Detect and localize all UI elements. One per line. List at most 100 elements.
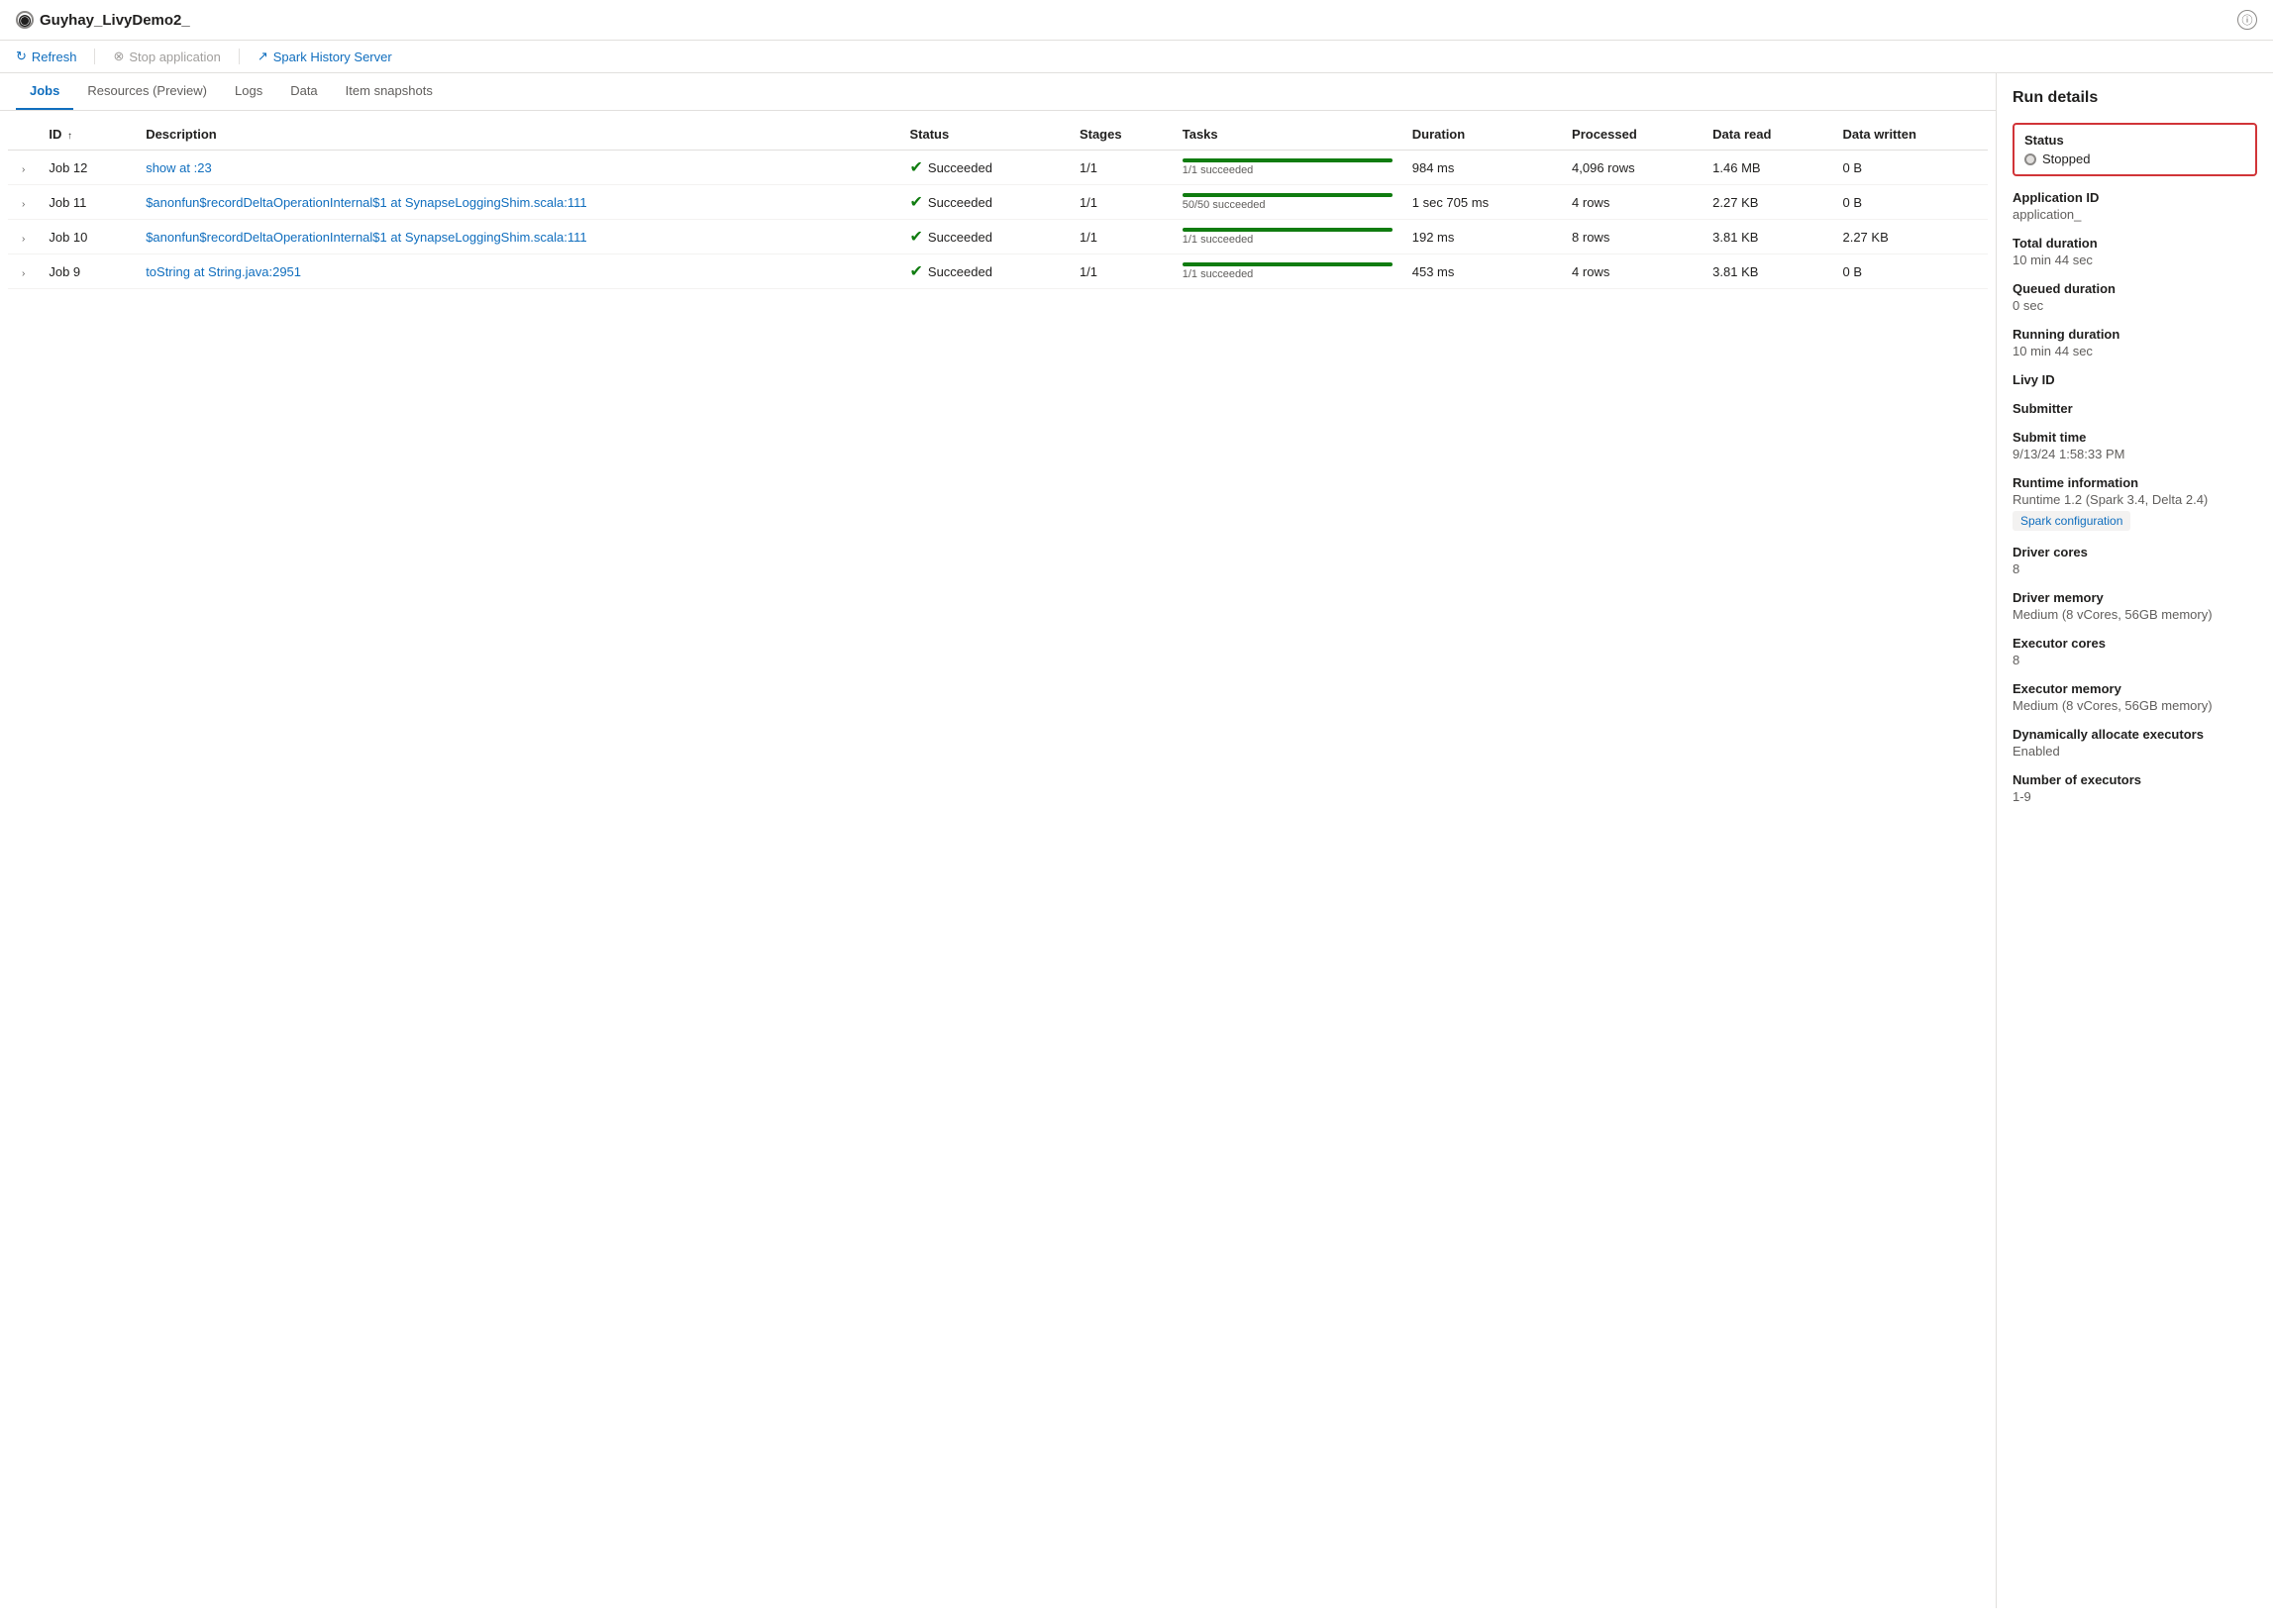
- num-executors-section: Number of executors 1-9: [2013, 772, 2257, 804]
- stop-icon: ⊗: [113, 49, 124, 64]
- run-details-sidebar: Run details Status Stopped Application I…: [1996, 73, 2273, 1608]
- status-label: Status: [2024, 133, 2245, 148]
- submitter-label: Submitter: [2013, 401, 2257, 416]
- job-tasks-cell: 1/1 succeeded: [1173, 254, 1402, 289]
- executor-memory-value: Medium (8 vCores, 56GB memory): [2013, 698, 2257, 713]
- driver-memory-section: Driver memory Medium (8 vCores, 56GB mem…: [2013, 590, 2257, 622]
- submitter-section: Submitter: [2013, 401, 2257, 416]
- job-data-read-cell: 3.81 KB: [1703, 254, 1832, 289]
- livy-id-section: Livy ID: [2013, 372, 2257, 387]
- col-tasks: Tasks: [1173, 119, 1402, 151]
- succeeded-icon: ✔: [910, 157, 923, 177]
- runtime-info-label: Runtime information: [2013, 475, 2257, 490]
- row-expand-btn[interactable]: ›: [18, 268, 29, 279]
- submit-time-section: Submit time 9/13/24 1:58:33 PM: [2013, 430, 2257, 461]
- tab-logs[interactable]: Logs: [221, 73, 276, 110]
- status-text: Succeeded: [928, 160, 992, 175]
- executor-cores-label: Executor cores: [2013, 636, 2257, 651]
- total-duration-section: Total duration 10 min 44 sec: [2013, 236, 2257, 267]
- job-stages-cell: 1/1: [1070, 220, 1173, 254]
- livy-id-label: Livy ID: [2013, 372, 2257, 387]
- row-expand-btn[interactable]: ›: [18, 234, 29, 245]
- toolbar-separator: [94, 49, 95, 64]
- job-tasks-cell: 1/1 succeeded: [1173, 220, 1402, 254]
- jobs-table: ID ↑ Description Status Stages Tasks Dur…: [8, 119, 1988, 289]
- dynamic-exec-section: Dynamically allocate executors Enabled: [2013, 727, 2257, 759]
- app-id-section: Application ID application_: [2013, 190, 2257, 222]
- col-data-read: Data read: [1703, 119, 1832, 151]
- job-description-link[interactable]: $anonfun$recordDeltaOperationInternal$1 …: [146, 195, 586, 210]
- job-description-link[interactable]: toString at String.java:2951: [146, 264, 301, 279]
- submit-time-value: 9/13/24 1:58:33 PM: [2013, 447, 2257, 461]
- stopped-dot-icon: [2024, 153, 2036, 165]
- job-data-written-cell: 0 B: [1832, 185, 1988, 220]
- job-stages-cell: 1/1: [1070, 185, 1173, 220]
- job-description-link[interactable]: show at :23: [146, 160, 212, 175]
- job-id-cell: Job 10: [39, 220, 136, 254]
- app-id-label: Application ID: [2013, 190, 2257, 205]
- col-expand: [8, 119, 39, 151]
- job-data-read-cell: 3.81 KB: [1703, 220, 1832, 254]
- refresh-icon: ↻: [16, 49, 27, 64]
- tasks-label: 1/1 succeeded: [1183, 268, 1393, 280]
- content-area: Jobs Resources (Preview) Logs Data Item …: [0, 73, 1996, 1608]
- running-duration-value: 10 min 44 sec: [2013, 344, 2257, 358]
- succeeded-icon: ✔: [910, 192, 923, 212]
- toolbar: ↻ Refresh ⊗ Stop application ↗ Spark His…: [0, 41, 2273, 73]
- job-stages-cell: 1/1: [1070, 151, 1173, 185]
- driver-cores-label: Driver cores: [2013, 545, 2257, 559]
- job-description-link[interactable]: $anonfun$recordDeltaOperationInternal$1 …: [146, 230, 586, 245]
- status-value: Stopped: [2042, 152, 2090, 166]
- dynamic-exec-label: Dynamically allocate executors: [2013, 727, 2257, 742]
- tab-data[interactable]: Data: [276, 73, 331, 110]
- top-bar: ◉ Guyhay_LivyDemo2_ ⓘ: [0, 0, 2273, 41]
- app-title-icon: ◉: [16, 11, 34, 29]
- status-text: Succeeded: [928, 230, 992, 245]
- job-description-cell: $anonfun$recordDeltaOperationInternal$1 …: [136, 185, 899, 220]
- tab-item-snapshots[interactable]: Item snapshots: [332, 73, 447, 110]
- spark-config-button[interactable]: Spark configuration: [2013, 511, 2130, 531]
- queued-duration-value: 0 sec: [2013, 298, 2257, 313]
- tab-jobs[interactable]: Jobs: [16, 73, 73, 110]
- refresh-button[interactable]: ↻ Refresh: [16, 49, 76, 64]
- table-wrapper: ID ↑ Description Status Stages Tasks Dur…: [0, 119, 1996, 289]
- col-description: Description: [136, 119, 899, 151]
- status-section: Status Stopped: [2013, 123, 2257, 176]
- tabs-bar: Jobs Resources (Preview) Logs Data Item …: [0, 73, 1996, 111]
- queued-duration-label: Queued duration: [2013, 281, 2257, 296]
- stop-application-button[interactable]: ⊗ Stop application: [113, 49, 220, 64]
- succeeded-icon: ✔: [910, 227, 923, 247]
- col-data-written: Data written: [1832, 119, 1988, 151]
- job-processed-cell: 8 rows: [1562, 220, 1703, 254]
- toolbar-separator-2: [239, 49, 240, 64]
- tab-resources[interactable]: Resources (Preview): [73, 73, 221, 110]
- num-executors-value: 1-9: [2013, 789, 2257, 804]
- spark-history-button[interactable]: ↗ Spark History Server: [258, 49, 392, 64]
- job-id-cell: Job 9: [39, 254, 136, 289]
- info-button[interactable]: ⓘ: [2237, 10, 2257, 30]
- job-tasks-cell: 50/50 succeeded: [1173, 185, 1402, 220]
- app-title: ◉ Guyhay_LivyDemo2_: [16, 11, 190, 29]
- num-executors-label: Number of executors: [2013, 772, 2257, 787]
- job-duration-cell: 1 sec 705 ms: [1402, 185, 1562, 220]
- total-duration-value: 10 min 44 sec: [2013, 253, 2257, 267]
- queued-duration-section: Queued duration 0 sec: [2013, 281, 2257, 313]
- job-description-cell: show at :23: [136, 151, 899, 185]
- driver-cores-value: 8: [2013, 561, 2257, 576]
- job-duration-cell: 984 ms: [1402, 151, 1562, 185]
- tasks-label: 50/50 succeeded: [1183, 199, 1393, 211]
- job-duration-cell: 453 ms: [1402, 254, 1562, 289]
- row-expand-btn[interactable]: ›: [18, 164, 29, 175]
- table-row: › Job 12 show at :23 ✔ Succeeded 1/1 1/1…: [8, 151, 1988, 185]
- executor-cores-value: 8: [2013, 653, 2257, 667]
- row-expand-btn[interactable]: ›: [18, 199, 29, 210]
- runtime-info-value: Runtime 1.2 (Spark 3.4, Delta 2.4): [2013, 492, 2257, 507]
- main-layout: Jobs Resources (Preview) Logs Data Item …: [0, 73, 2273, 1608]
- running-duration-section: Running duration 10 min 44 sec: [2013, 327, 2257, 358]
- job-tasks-cell: 1/1 succeeded: [1173, 151, 1402, 185]
- dynamic-exec-value: Enabled: [2013, 744, 2257, 759]
- driver-cores-section: Driver cores 8: [2013, 545, 2257, 576]
- job-stages-cell: 1/1: [1070, 254, 1173, 289]
- col-duration: Duration: [1402, 119, 1562, 151]
- executor-memory-label: Executor memory: [2013, 681, 2257, 696]
